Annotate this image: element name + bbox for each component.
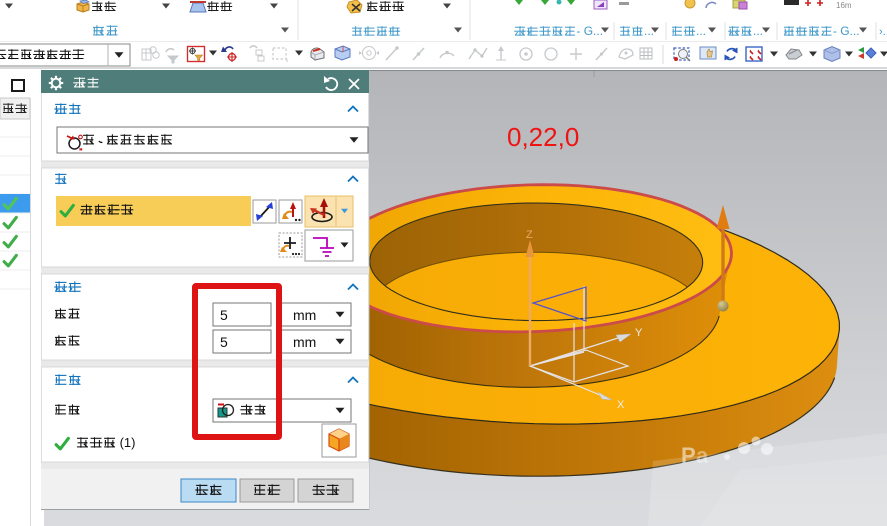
svg-text:mm: mm	[293, 307, 316, 323]
svg-text:Y: Y	[635, 327, 643, 339]
svg-text:16m: 16m	[836, 1, 852, 10]
svg-text:›..: ›..	[879, 26, 887, 38]
svg-text:(1): (1)	[120, 435, 136, 450]
svg-text:X: X	[617, 399, 625, 411]
svg-text:...: ...	[644, 24, 654, 38]
svg-text:- G...: - G...	[576, 24, 603, 38]
svg-text:...: ...	[696, 24, 706, 38]
svg-text:mm: mm	[293, 334, 316, 350]
svg-text:...: ...	[753, 24, 763, 38]
svg-text:0,22,0: 0,22,0	[507, 122, 579, 152]
svg-text:a: a	[696, 443, 709, 468]
svg-text:P: P	[681, 443, 696, 468]
svg-text:Z: Z	[526, 229, 533, 241]
svg-text:- G...: - G...	[833, 24, 860, 38]
